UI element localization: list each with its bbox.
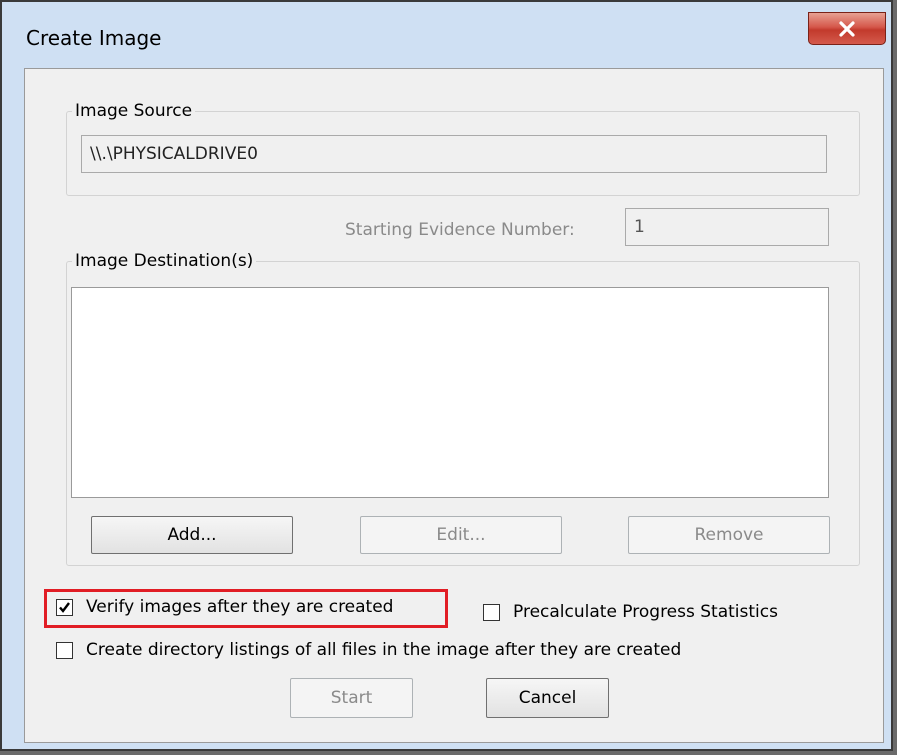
dialog-title: Create Image	[26, 26, 162, 50]
create-directory-listings-label: Create directory listings of all files i…	[86, 640, 682, 660]
cancel-button[interactable]: Cancel	[486, 678, 609, 718]
close-x-icon	[839, 20, 855, 37]
title-bar[interactable]: Create Image	[2, 2, 891, 68]
precalculate-progress-checkbox[interactable]	[483, 604, 500, 621]
image-source-field: \\.\PHYSICALDRIVE0	[81, 135, 827, 173]
edit-destination-button[interactable]: Edit...	[360, 516, 562, 554]
image-source-group-label: Image Source	[72, 100, 196, 122]
precalculate-progress-label: Precalculate Progress Statistics	[513, 602, 778, 622]
image-destinations-group-label: Image Destination(s)	[72, 250, 257, 272]
verify-images-label: Verify images after they are created	[86, 597, 394, 617]
remove-destination-button[interactable]: Remove	[628, 516, 830, 554]
close-button[interactable]	[808, 12, 886, 45]
checkmark-icon	[59, 602, 70, 613]
add-destination-button[interactable]: Add...	[91, 516, 293, 554]
create-directory-listings-checkbox[interactable]	[56, 642, 73, 659]
create-image-dialog: Create Image Image Source \\.\PHYSICALDR…	[0, 0, 893, 751]
dialog-client-area: Image Source \\.\PHYSICALDRIVE0 Starting…	[24, 68, 884, 743]
start-button[interactable]: Start	[290, 678, 413, 718]
starting-evidence-number-field[interactable]: 1	[625, 208, 829, 246]
image-destinations-list[interactable]	[71, 287, 829, 498]
starting-evidence-number-label: Starting Evidence Number:	[345, 220, 575, 240]
verify-images-checkbox[interactable]	[56, 599, 73, 616]
